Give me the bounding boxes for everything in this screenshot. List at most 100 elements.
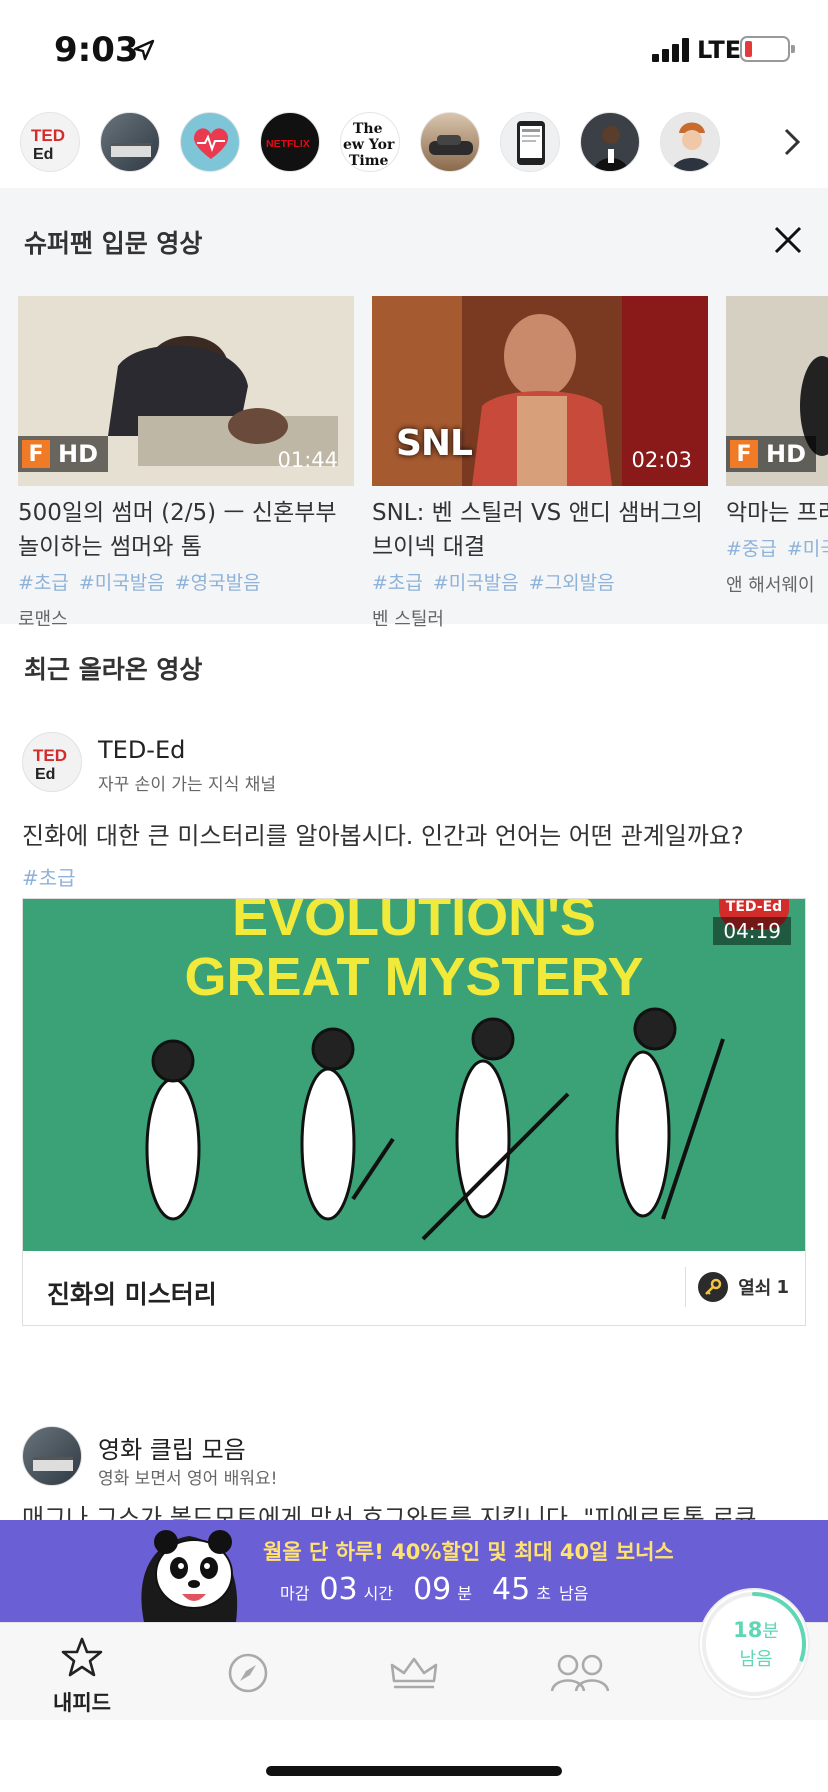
svg-text:Ed: Ed xyxy=(33,146,53,163)
timer-hours-unit: 시간 xyxy=(363,1584,394,1603)
suggested-section: 슈퍼팬 입문 영상 F HD 01:44 500일의 썸머 (2/5) ㅡ 신혼… xyxy=(0,188,828,630)
svg-text:Ed: Ed xyxy=(35,766,55,783)
f-logo-icon: F xyxy=(22,440,50,468)
channel-person[interactable] xyxy=(580,112,640,172)
timer-prefix: 마감 xyxy=(280,1584,310,1603)
svg-text:TED: TED xyxy=(33,746,67,765)
video-duration: 02:03 xyxy=(631,448,692,472)
tag-list: #중급 #미국 xyxy=(726,534,828,561)
channel-health[interactable] xyxy=(180,112,240,172)
video-thumbnail[interactable]: F HD 01:44 xyxy=(18,296,354,486)
channel-description: 영화 보면서 영어 배워요! xyxy=(98,1469,278,1489)
timer-seconds: 45 xyxy=(492,1572,531,1607)
tab-label: 내피드 xyxy=(53,1691,111,1715)
tag[interactable]: #미국발음 xyxy=(79,572,165,594)
remaining-minutes: 18 xyxy=(733,1618,763,1642)
key-icon xyxy=(698,1272,729,1302)
snl-logo: SNL xyxy=(396,423,473,464)
close-icon[interactable] xyxy=(770,222,806,258)
video-category: 벤 스틸러 xyxy=(372,609,444,630)
video-duration: 01:44 xyxy=(277,448,338,472)
netflix-logo-icon: NETFLIX xyxy=(266,138,310,150)
remaining-time-badge[interactable]: 18분 남음 xyxy=(698,1588,810,1700)
key-cost: 열쇠 1 xyxy=(685,1267,789,1307)
avatar[interactable]: TED Ed xyxy=(22,732,82,792)
app-screen: 9:03 LTE TED Ed NETFLIX The ew Yor Time … xyxy=(0,0,828,1792)
tab-community[interactable] xyxy=(540,1635,620,1715)
channel-name[interactable]: 영화 클립 모음 xyxy=(98,1430,246,1465)
video-card[interactable]: F HD 악마는 프라 #중급 #미국 앤 해서웨이 xyxy=(726,296,828,597)
home-indicator xyxy=(266,1766,562,1776)
channel-ted-ed[interactable]: TED Ed xyxy=(20,112,80,172)
host-portrait-icon xyxy=(671,122,713,171)
channel-netflix[interactable]: NETFLIX xyxy=(260,112,320,172)
channel-news-phone[interactable] xyxy=(500,112,560,172)
video-category: 앤 해서웨이 xyxy=(726,575,815,596)
tag[interactable]: #중급 xyxy=(726,538,777,560)
channel-new-york-times[interactable]: The ew Yor Time xyxy=(340,112,400,172)
timer-minutes: 09 xyxy=(413,1572,452,1607)
hd-label: HD xyxy=(58,440,99,468)
channel-conan[interactable] xyxy=(660,112,720,172)
svg-text:Time: Time xyxy=(349,153,389,169)
channel-car[interactable] xyxy=(420,112,480,172)
channel-movie-clips[interactable] xyxy=(100,112,160,172)
tag[interactable]: #미국발음 xyxy=(433,572,519,594)
ted-ed-logo-icon: TED Ed xyxy=(33,746,67,783)
tag-list: #초급 #미국발음 #그외발음 xyxy=(372,568,708,595)
feed-post: 영화 클립 모음 영화 보면서 영어 배워요! 매그나 그스가 볼드모트에게 맞… xyxy=(22,1426,806,1532)
tab-my-feed[interactable]: 내피드 xyxy=(42,1635,122,1715)
tab-explore[interactable] xyxy=(208,1635,288,1715)
tag[interactable]: #미국 xyxy=(787,538,828,560)
svg-text:TED: TED xyxy=(31,126,65,145)
tag[interactable]: #초급 xyxy=(18,572,69,594)
tag[interactable]: #그외발음 xyxy=(529,572,615,594)
video-card[interactable]: SNL 02:03 SNL: 벤 스틸러 VS 앤디 샘버그의 브이넥 대결 #… xyxy=(372,296,708,631)
location-arrow-icon xyxy=(133,39,155,61)
key-count: 1 xyxy=(776,1276,789,1298)
person-icon xyxy=(593,126,629,171)
timer-minutes-unit: 분 xyxy=(457,1584,473,1603)
video-card[interactable]: EVOLUTION'S GREAT MYSTERY TED-Ed 04:19 진… xyxy=(22,898,806,1326)
timer-seconds-unit: 초 xyxy=(536,1584,551,1603)
video-title: SNL: 벤 스틸러 VS 앤디 샘버그의 브이넥 대결 xyxy=(372,500,703,560)
tag[interactable]: #영국발음 xyxy=(175,572,261,594)
post-text: 진화에 대한 큰 미스터리를 알아봅시다. 인간과 언어는 어떤 관계일까요? xyxy=(22,822,744,850)
remaining-label: 남음 xyxy=(739,1649,773,1670)
nyt-logo-icon: The ew Yor Time xyxy=(343,121,395,169)
video-thumbnail[interactable]: F HD xyxy=(726,296,828,486)
video-title: 500일의 썸머 (2/5) ㅡ 신혼부부 놀이하는 썸머와 톰 xyxy=(18,500,337,560)
recent-section-title: 최근 올라온 영상 xyxy=(24,655,203,684)
promo-text: 월올 단 하루! 40%할인 및 최대 40일 보너스 xyxy=(263,1540,674,1564)
tag[interactable]: #초급 xyxy=(372,572,423,594)
video-category: 로맨스 xyxy=(18,609,68,630)
channel-name[interactable]: TED-Ed xyxy=(98,736,185,764)
section-title: 슈퍼팬 입문 영상 xyxy=(24,229,203,258)
battery-icon xyxy=(740,36,795,62)
status-bar: 9:03 LTE xyxy=(0,0,828,100)
svg-text:The: The xyxy=(353,121,383,137)
avatar[interactable] xyxy=(22,1426,82,1486)
video-thumbnail[interactable]: SNL 02:03 xyxy=(372,296,708,486)
video-card[interactable]: F HD 01:44 500일의 썸머 (2/5) ㅡ 신혼부부 놀이하는 썸머… xyxy=(18,296,354,631)
remaining-unit: 분 xyxy=(762,1621,779,1642)
video-thumbnail[interactable]: EVOLUTION'S GREAT MYSTERY TED-Ed 04:19 xyxy=(23,899,805,1251)
hd-label: HD xyxy=(766,440,807,468)
svg-text:NETFLIX: NETFLIX xyxy=(266,138,310,150)
tag[interactable]: #초급 xyxy=(22,862,76,891)
timer-hours: 03 xyxy=(319,1572,358,1607)
timer-suffix: 남음 xyxy=(558,1584,589,1603)
star-icon xyxy=(61,1637,103,1677)
video-title: 진화의 미스터리 xyxy=(47,1280,217,1309)
video-title: 악마는 프라 xyxy=(726,500,828,526)
chevron-right-icon[interactable] xyxy=(776,124,806,160)
heart-icon xyxy=(193,128,229,159)
video-duration: 04:19 xyxy=(713,917,791,945)
f-logo-icon: F xyxy=(730,440,758,468)
panda-mascot-icon xyxy=(141,1530,238,1622)
countdown-timer: 마감 03 시간 09 분 45 초 남음 xyxy=(280,1572,598,1607)
tab-ranking[interactable] xyxy=(374,1635,454,1715)
thumb-title-line1: EVOLUTION'S xyxy=(232,899,596,947)
compass-icon xyxy=(228,1653,268,1693)
feed-post: TED Ed TED-Ed 자꾸 손이 가는 지식 채널 진화에 대한 큰 미스… xyxy=(22,732,806,1332)
